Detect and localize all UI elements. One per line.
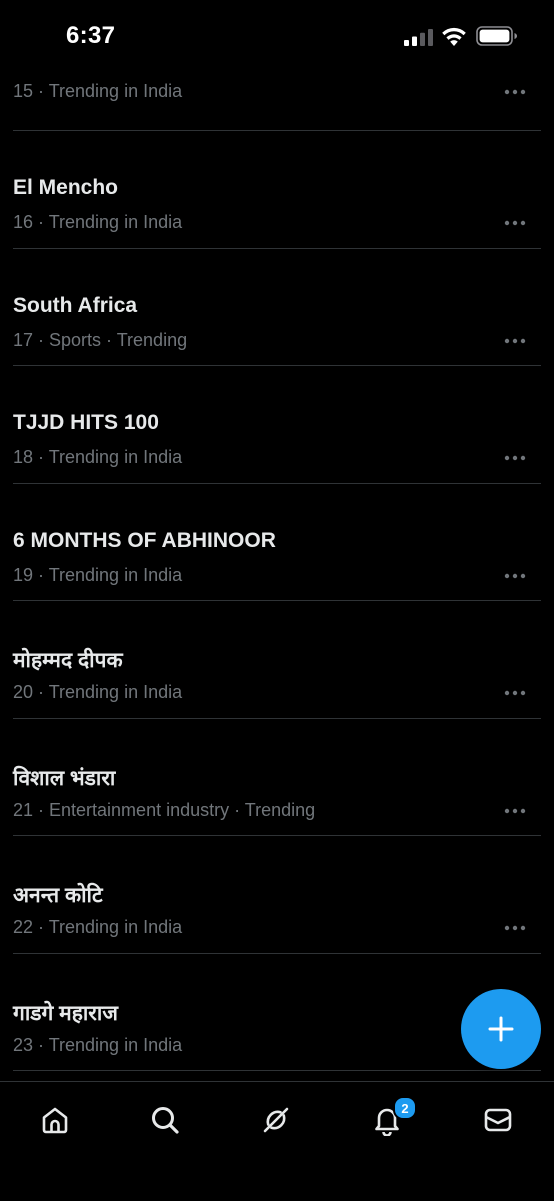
search-icon	[152, 1107, 179, 1134]
trend-item[interactable]: गाडगे महाराज 23 · Trending in India	[13, 954, 541, 1071]
trend-title: El Mencho	[13, 176, 119, 199]
trend-meta: 18 · Trending in India	[13, 447, 183, 467]
more-options-button[interactable]	[501, 682, 529, 704]
trend-item[interactable]: TJJD HITS 100 18 · Trending in India	[13, 366, 541, 484]
mail-icon	[484, 1108, 512, 1132]
trend-item[interactable]: मोहम्मद दीपक 20 · Trending in India	[13, 601, 541, 719]
cellular-signal-icon	[404, 29, 433, 46]
tab-home[interactable]	[35, 1100, 75, 1140]
more-options-button[interactable]	[501, 447, 529, 469]
trend-title: South Africa	[13, 293, 138, 317]
trend-item[interactable]: विशाल भंडारा 21 · Entertainment industry…	[13, 719, 541, 836]
more-dots-icon	[504, 455, 526, 461]
home-icon	[42, 1107, 68, 1134]
bottom-tab-bar: 2	[0, 1081, 554, 1201]
trend-title: गाडगे महाराज	[13, 1001, 118, 1025]
more-dots-icon	[504, 220, 526, 226]
more-options-button[interactable]	[501, 330, 529, 352]
trend-meta: 16 · Trending in India	[13, 212, 183, 232]
more-dots-icon	[504, 690, 526, 696]
trend-item[interactable]: 6 MONTHS OF ABHINOOR 19 · Trending in In…	[13, 484, 541, 601]
trending-list: 15 · Trending in India El Mencho 16 · Tr…	[0, 14, 554, 1071]
tab-search[interactable]	[145, 1100, 185, 1140]
trend-meta: 19 · Trending in India	[13, 564, 183, 585]
tab-messages[interactable]	[478, 1100, 518, 1140]
trend-meta: 20 · Trending in India	[13, 682, 183, 702]
trend-title: विशाल भंडारा	[13, 766, 116, 790]
status-time: 6:37	[66, 22, 116, 49]
more-options-button[interactable]	[501, 81, 529, 103]
more-dots-icon	[504, 338, 526, 343]
trend-title: 6 MONTHS OF ABHINOOR	[13, 528, 276, 552]
trend-title: TJJD HITS 100	[13, 411, 159, 434]
more-dots-icon	[504, 573, 526, 578]
more-options-button[interactable]	[501, 212, 529, 234]
plus-icon	[488, 1016, 514, 1042]
more-dots-icon	[504, 89, 526, 95]
tab-notifications[interactable]: 2	[367, 1096, 417, 1140]
trend-title: मोहम्मद दीपक	[13, 649, 123, 672]
more-options-button[interactable]	[501, 565, 529, 587]
trend-item[interactable]: El Mencho 16 · Trending in India	[13, 131, 541, 249]
wifi-icon	[442, 27, 466, 46]
trend-meta: 22 · Trending in India	[13, 917, 183, 937]
trend-item[interactable]: South Africa 17 · Sports · Trending	[13, 249, 541, 366]
more-dots-icon	[504, 925, 526, 931]
more-options-button[interactable]	[501, 917, 529, 939]
more-dots-icon	[504, 808, 526, 813]
trend-meta: 21 · Entertainment industry · Trending	[13, 799, 316, 820]
tab-grok[interactable]	[256, 1100, 296, 1140]
status-bar: 6:37	[0, 0, 554, 70]
trend-title: अनन्त कोटि	[13, 884, 103, 907]
more-options-button[interactable]	[501, 800, 529, 822]
compose-post-button[interactable]	[461, 989, 541, 1069]
grok-icon	[263, 1107, 289, 1133]
trend-meta: 15 · Trending in India	[13, 81, 183, 101]
trend-item[interactable]: अनन्त कोटि 22 · Trending in India	[13, 836, 541, 954]
notifications-badge: 2	[393, 1096, 417, 1120]
trend-meta: 17 · Sports · Trending	[13, 329, 188, 350]
battery-icon	[476, 26, 517, 46]
trend-meta: 23 · Trending in India	[13, 1034, 183, 1055]
